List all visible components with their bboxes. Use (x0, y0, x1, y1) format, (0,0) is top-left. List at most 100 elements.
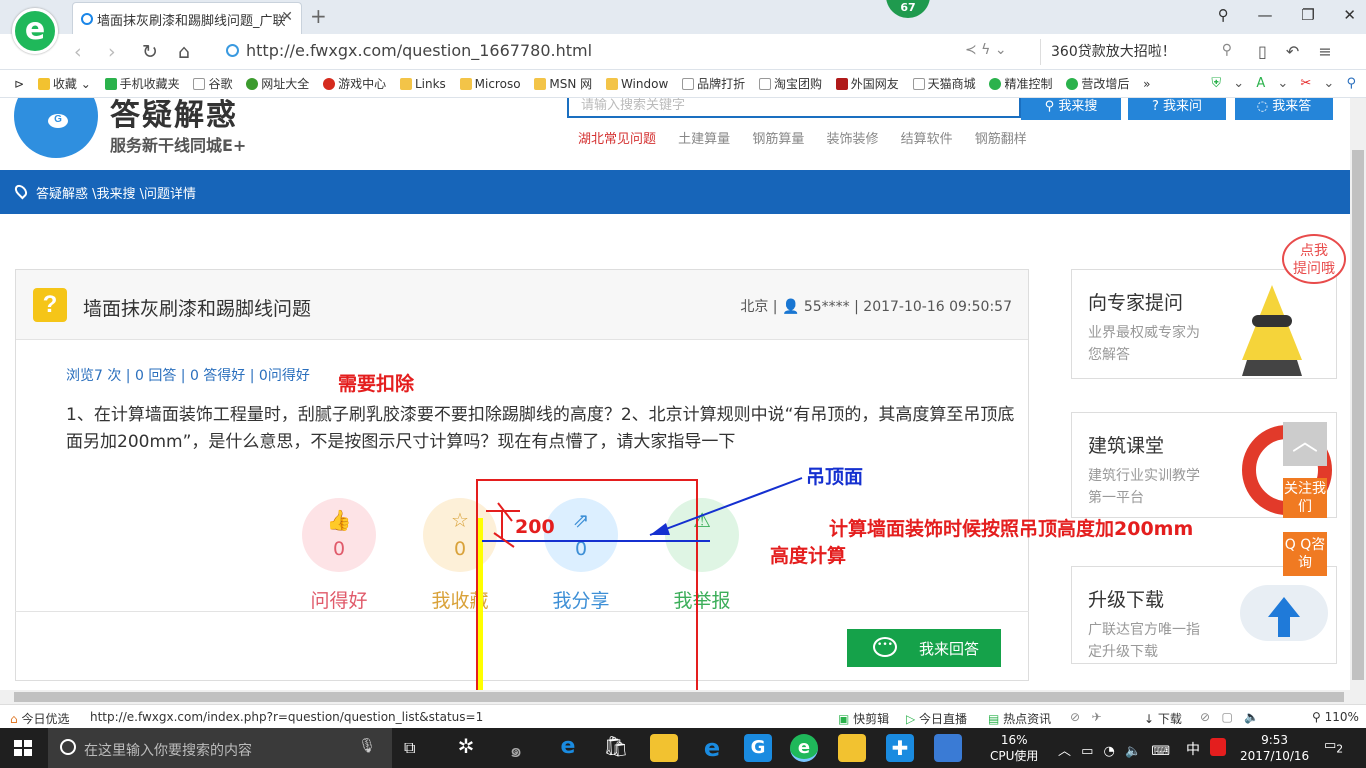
location-pin-icon (12, 182, 30, 200)
sogou-icon[interactable] (1210, 738, 1226, 756)
microphone-icon[interactable]: 🎙 (358, 738, 376, 754)
scroll-thumb[interactable] (1352, 150, 1364, 680)
like-button[interactable]: 👍 0 问得好 (302, 498, 376, 613)
bookmark-item[interactable]: 手机收藏夹 (104, 75, 180, 92)
browser-logo-icon[interactable]: e (12, 8, 58, 54)
status-item[interactable]: ▷ 今日直播 (906, 710, 967, 727)
bookmark-item[interactable]: 天猫商城 (912, 75, 976, 92)
bookmark-item[interactable]: 网址大全 (246, 75, 309, 92)
file-explorer-icon[interactable] (650, 734, 678, 762)
status-item[interactable]: ▤ 热点资讯 (988, 710, 1051, 727)
tab-title: 墙面抹灰刷漆和踢脚线问题_广联 (97, 14, 286, 29)
bookmark-item[interactable]: 游戏中心 (323, 75, 386, 92)
status-tool-icons[interactable]: ⊘ ✈ (1070, 710, 1102, 724)
extension-icons[interactable]: ⛨ ⌄ A ⌄ ✂ ⌄ ⚲ (1211, 76, 1356, 91)
bookmark-item[interactable]: 精准控制 (989, 75, 1053, 92)
hot-link[interactable]: 湖北常见问题 (578, 132, 656, 147)
windows-start-icon[interactable] (14, 740, 32, 756)
bookmark-item[interactable]: Microso (459, 77, 521, 91)
answer-button[interactable]: ••• 我来回答 (847, 629, 1001, 667)
back-to-top-icon[interactable]: ︿ (1283, 422, 1327, 466)
status-bar: ⌂ 今日优选 http://e.fwxgx.com/index.php?r=qu… (0, 704, 1366, 728)
expert-card[interactable]: 向专家提问 业界最权威专家为您解答 (1071, 269, 1337, 379)
qq-button[interactable]: Q Q咨询 (1283, 532, 1327, 576)
bookmark-item[interactable]: 外国网友 (835, 75, 899, 92)
bookmark-item[interactable]: Links (399, 77, 446, 91)
site-search-input[interactable]: 请输入搜索关键字 (567, 98, 1021, 118)
url-tools[interactable]: ≺ ϟ ⌄ (965, 42, 1007, 58)
browser-tab-bar: 墙面抹灰刷漆和踢脚线问题_广联 ✕ + 67 ⚲ — ❐ ✕ (0, 0, 1366, 34)
glodon-icon[interactable]: G (744, 734, 772, 762)
horizontal-scrollbar[interactable] (0, 690, 1366, 704)
address-bar: ‹ › ↻ ⌂ http://e.fwxgx.com/question_1667… (0, 34, 1366, 70)
status-item[interactable]: ▣ 快剪辑 (838, 710, 889, 727)
vertical-scrollbar[interactable] (1350, 98, 1366, 690)
search-button[interactable]: ⚲ 我来搜 (1021, 98, 1121, 120)
hot-link[interactable]: 结算软件 (901, 132, 953, 147)
plus-app-icon[interactable]: ✚ (886, 734, 914, 762)
status-item[interactable]: ↓ 下载 (1144, 710, 1182, 727)
ask-me-bubble[interactable]: 点我 提问哦 (1282, 234, 1346, 284)
sidebar-toggle-icon[interactable]: ⊳ (14, 77, 24, 91)
thumb-icon: 👍 (326, 508, 352, 532)
ime-indicator[interactable]: 中 (1186, 739, 1200, 759)
hot-link[interactable]: 装饰装修 (826, 132, 878, 147)
notification-badge[interactable]: 67 (886, 0, 930, 18)
hot-links: 湖北常见问题 土建算量 钢筋算量 装饰装修 结算软件 钢筋翻样 (578, 128, 1039, 147)
bookmark-more[interactable]: » (1143, 77, 1150, 91)
bookmark-item[interactable]: 收藏 ⌄ (37, 75, 91, 92)
zoom-level[interactable]: ⚲ 110% (1312, 710, 1359, 724)
clock[interactable]: 9:53 2017/10/16 (1240, 732, 1309, 764)
answer-header-button[interactable]: ◌ 我来答 (1235, 98, 1333, 120)
back-icon[interactable]: ‹ (74, 41, 82, 63)
question-meta: 北京 | 👤 55**** | 2017-10-16 09:50:57 (740, 299, 1012, 315)
search-icon[interactable]: ⚲ (1222, 42, 1232, 58)
windows-taskbar: 在这里输入你要搜索的内容 🎙 ⧉ ✲ ๑ e 🛍 e G e ✚ 16% CPU使… (0, 728, 1366, 768)
daily-pick[interactable]: ⌂ 今日优选 (10, 710, 69, 727)
close-tab-icon[interactable]: ✕ (281, 9, 293, 25)
tray-icons[interactable]: ︿ ▭ ◔ 🔈 ⌨ (1058, 740, 1170, 759)
bookmark-item[interactable]: Window (605, 77, 668, 91)
bookmark-item[interactable]: 营改增后 (1066, 75, 1129, 92)
notes-app-icon[interactable] (838, 734, 866, 762)
edge-icon[interactable]: e (554, 734, 582, 762)
question-icon: ? (1151, 99, 1164, 114)
hot-link[interactable]: 钢筋翻样 (975, 132, 1027, 147)
browser-search-input[interactable]: 360贷款放大招啦！ ⚲ (1040, 39, 1240, 65)
new-tab-button[interactable]: + (310, 4, 327, 28)
window-controls[interactable]: ⚲ — ❐ ✕ (1218, 6, 1356, 24)
notification-center-icon[interactable]: ▭2 (1324, 738, 1346, 758)
cpu-usage[interactable]: 16% CPU使用 (990, 732, 1038, 764)
home-icon[interactable]: ⌂ (178, 41, 190, 63)
bookmark-item[interactable]: 品牌打折 (682, 75, 745, 92)
browser-tab[interactable]: 墙面抹灰刷漆和踢脚线问题_广联 ✕ (72, 2, 302, 34)
hot-link[interactable]: 钢筋算量 (752, 132, 804, 147)
store-icon[interactable]: 🛍 (602, 734, 630, 762)
task-view-icon[interactable]: ⧉ (404, 738, 415, 758)
annotation-arrows (486, 477, 803, 548)
browser-menu-icons[interactable]: ▯ ↶ ≡ (1258, 42, 1332, 61)
ask-button[interactable]: ? 我来问 (1128, 98, 1226, 120)
url-input[interactable]: http://e.fwxgx.com/question_1667780.html (222, 39, 1038, 65)
hot-link[interactable]: 土建算量 (678, 132, 730, 147)
status-tool-icons[interactable]: ⊘ ▢ 🔈 (1200, 710, 1259, 724)
fan-app-icon[interactable]: ✲ (452, 734, 480, 762)
refresh-icon[interactable]: ↻ (142, 41, 158, 63)
360-browser-icon[interactable]: e (790, 734, 818, 762)
screenshot-app-icon[interactable] (934, 734, 962, 762)
ie-icon[interactable]: e (698, 734, 726, 762)
annotation-ceiling: 吊顶面 (806, 466, 864, 488)
bookmark-item[interactable]: 淘宝团购 (758, 75, 822, 92)
taskbar-search-input[interactable]: 在这里输入你要搜索的内容 🎙 (48, 728, 392, 768)
bookmark-item[interactable]: 谷歌 (193, 75, 232, 92)
download-card[interactable]: 升级下载 广联达官方唯一指定升级下载 (1071, 566, 1337, 664)
bookmark-item[interactable]: MSN 网 (534, 75, 592, 92)
annotation-calc-line2: 高度计算 (770, 545, 847, 567)
annotation-200: 200 (515, 516, 555, 538)
cortana-icon (60, 739, 76, 755)
swirl-app-icon[interactable]: ๑ (502, 734, 530, 762)
follow-button[interactable]: 关注我们 (1283, 478, 1327, 518)
forward-icon[interactable]: › (108, 41, 116, 63)
scroll-thumb[interactable] (14, 692, 1344, 702)
web-page: G 答疑解惑 服务新干线同城E+ 请输入搜索关键字 ⚲ 我来搜 ? 我来问 ◌ … (0, 98, 1350, 690)
